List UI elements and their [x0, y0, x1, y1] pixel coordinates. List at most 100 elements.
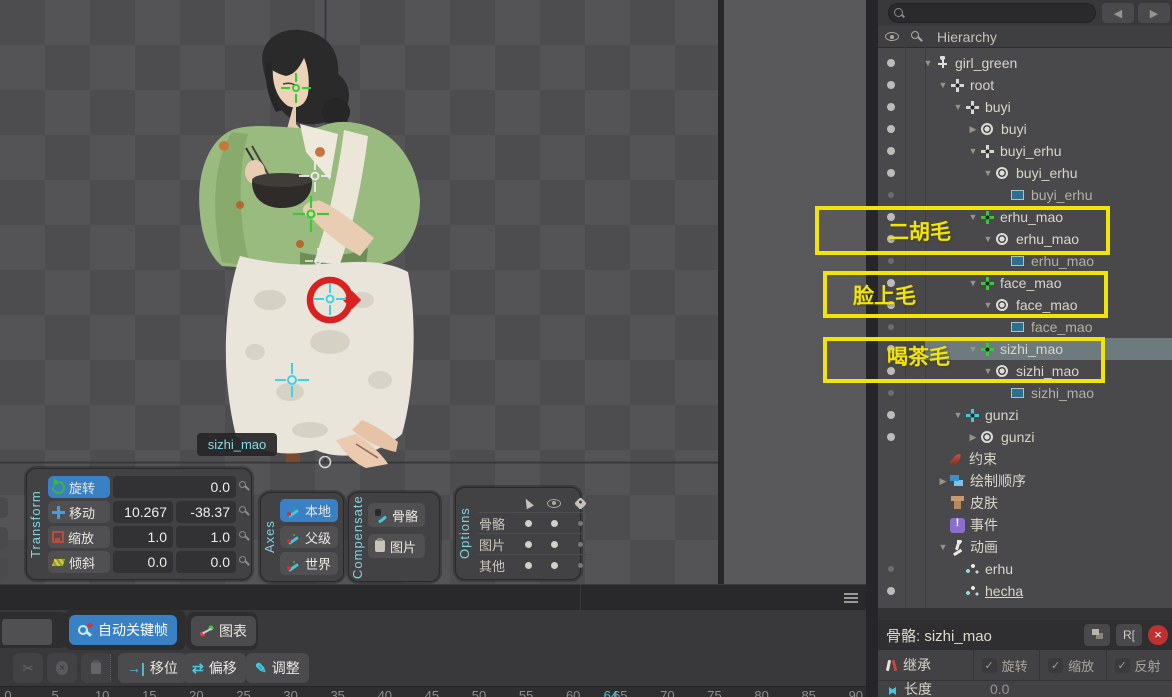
tree-row[interactable]: ▼ gunzi — [878, 404, 1172, 426]
expand-arrow[interactable]: ▶ — [936, 476, 950, 487]
expand-arrow[interactable]: ▼ — [981, 366, 995, 376]
length-value[interactable]: 0.0 — [978, 681, 1009, 697]
eye-icon[interactable] — [885, 32, 899, 41]
tree-row[interactable]: 皮肤 — [878, 492, 1172, 514]
visibility-dot[interactable] — [888, 258, 894, 264]
radio-other-select[interactable] — [525, 562, 532, 569]
visibility-dot[interactable] — [888, 566, 894, 572]
frame-input[interactable] — [2, 619, 52, 645]
tree-row[interactable]: ▶ buyi — [878, 118, 1172, 140]
visibility-dot[interactable] — [887, 169, 895, 177]
inherit-rotate-checkbox[interactable]: ✓旋转 — [973, 650, 1039, 680]
timeline-ruler[interactable]: 05101520253035404550556065707580859064 — [0, 686, 866, 697]
paste-button[interactable] — [81, 653, 111, 683]
translate-x-field[interactable]: 10.267 — [113, 501, 173, 523]
visibility-dot[interactable] — [887, 587, 895, 595]
expand-arrow[interactable]: ▶ — [966, 124, 980, 135]
expand-arrow[interactable]: ▼ — [966, 344, 980, 354]
menu-icon[interactable] — [844, 593, 858, 603]
search-input[interactable] — [909, 6, 1079, 20]
radio-images-label[interactable] — [578, 542, 583, 547]
translate-y-field[interactable]: -38.37 — [176, 501, 236, 523]
visibility-dot[interactable] — [887, 411, 895, 419]
visibility-dot[interactable] — [888, 192, 894, 198]
inherit-scale-checkbox[interactable]: ✓缩放 — [1039, 650, 1105, 680]
expand-arrow[interactable]: ▼ — [981, 168, 995, 178]
shift-button[interactable]: →|移位 — [118, 653, 187, 683]
search-box[interactable] — [888, 3, 1096, 23]
tree-row[interactable]: ▼ root — [878, 74, 1172, 96]
expand-arrow[interactable]: ▼ — [966, 146, 980, 156]
tree-row[interactable]: ▼ erhu_mao — [878, 228, 1172, 250]
panel-divider-right[interactable] — [866, 0, 878, 697]
translate-tool-button[interactable]: 移动 — [48, 501, 110, 523]
cut-button[interactable]: ✂ — [13, 653, 43, 683]
compensate-images-button[interactable]: 图片 — [368, 534, 425, 558]
tree-row[interactable]: ▼ buyi — [878, 96, 1172, 118]
keyframe-icon[interactable] — [239, 531, 251, 543]
offset-button[interactable]: ⇄偏移 — [183, 653, 246, 683]
radio-other-visible[interactable] — [551, 562, 558, 569]
tree-row[interactable]: ▼ sizhi_mao — [878, 360, 1172, 382]
shear-y-field[interactable]: 0.0 — [176, 551, 236, 573]
rotate-tool-button[interactable]: 旋转 — [48, 476, 110, 498]
expand-arrow[interactable]: ▼ — [966, 278, 980, 288]
nav-forward-button[interactable]: ▶ — [1138, 3, 1170, 23]
bone-rename-button[interactable]: R[ — [1116, 624, 1142, 646]
tree-row[interactable]: 约束 — [878, 448, 1172, 470]
expand-arrow[interactable]: ▶ — [966, 432, 980, 443]
scale-y-field[interactable]: 1.0 — [176, 526, 236, 548]
visibility-dot[interactable] — [887, 103, 895, 111]
visibility-dot[interactable] — [887, 81, 895, 89]
radio-other-label[interactable] — [578, 563, 583, 568]
radio-bones-visible[interactable] — [551, 520, 558, 527]
visibility-dot[interactable] — [887, 433, 895, 441]
compensate-bones-button[interactable]: 骨骼 — [368, 503, 425, 527]
clipped-edge-button[interactable] — [0, 557, 8, 578]
tree-row[interactable]: ▼ face_mao — [878, 294, 1172, 316]
radio-bones-label[interactable] — [578, 521, 583, 526]
expand-arrow[interactable]: ▼ — [921, 58, 935, 68]
tree-row[interactable]: ▼ 动画 — [878, 536, 1172, 558]
clipped-edge-button[interactable] — [0, 527, 8, 548]
scale-tool-button[interactable]: 缩放 — [48, 526, 110, 548]
tree-row[interactable]: buyi_erhu — [878, 184, 1172, 206]
axes-local-button[interactable]: 本地 — [280, 499, 338, 522]
graph-button[interactable]: 图表 — [191, 616, 256, 646]
radio-bones-select[interactable] — [525, 520, 532, 527]
tree-row[interactable]: hecha — [878, 580, 1172, 602]
visibility-dot[interactable] — [887, 301, 895, 309]
clipped-edge-button[interactable] — [0, 497, 8, 518]
visibility-dot[interactable] — [887, 125, 895, 133]
keyframe-icon[interactable] — [239, 481, 251, 493]
tree-row[interactable]: ▼ girl_green — [878, 52, 1172, 74]
keyframe-icon[interactable] — [239, 556, 251, 568]
tree-row[interactable]: face_mao — [878, 316, 1172, 338]
visibility-dot[interactable] — [888, 390, 894, 396]
tree-row[interactable]: erhu — [878, 558, 1172, 580]
tree-row[interactable]: ▼ buyi_erhu — [878, 162, 1172, 184]
nav-back-button[interactable]: ◀ — [1102, 3, 1134, 23]
delete-button[interactable]: × — [47, 653, 77, 683]
shear-tool-button[interactable]: 倾斜 — [48, 551, 110, 573]
expand-arrow[interactable]: ▼ — [966, 212, 980, 222]
visibility-dot[interactable] — [888, 324, 894, 330]
key-icon[interactable] — [911, 31, 923, 43]
autokey-button[interactable]: 自动关键帧 — [69, 615, 177, 645]
tree-row[interactable]: ▼ buyi_erhu — [878, 140, 1172, 162]
visibility-dot[interactable] — [887, 279, 895, 287]
tree-row[interactable]: ▼ sizhi_mao — [878, 338, 1172, 360]
visibility-dot[interactable] — [887, 213, 895, 221]
expand-arrow[interactable]: ▼ — [951, 410, 965, 420]
tree-row[interactable]: sizhi_mao — [878, 382, 1172, 404]
expand-arrow[interactable]: ▼ — [951, 102, 965, 112]
expand-arrow[interactable]: ▼ — [936, 542, 950, 552]
visibility-dot[interactable] — [887, 345, 895, 353]
expand-arrow[interactable]: ▼ — [936, 80, 950, 90]
tree-row[interactable]: erhu_mao — [878, 250, 1172, 272]
visibility-dot[interactable] — [887, 367, 895, 375]
visibility-dot[interactable] — [887, 59, 895, 67]
visibility-dot[interactable] — [887, 235, 895, 243]
axes-world-button[interactable]: 世界 — [280, 552, 338, 575]
expand-arrow[interactable]: ▼ — [981, 234, 995, 244]
